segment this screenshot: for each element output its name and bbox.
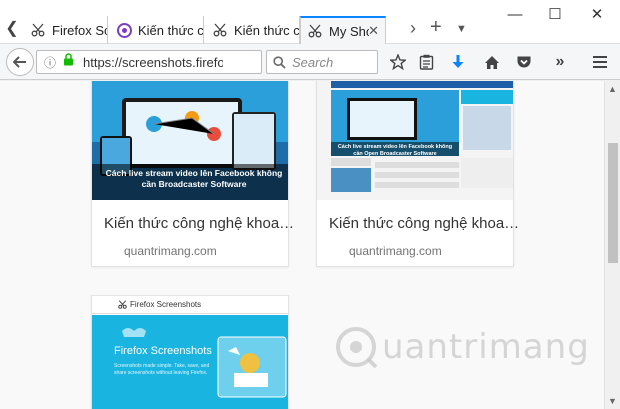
- back-arrow-icon: [13, 56, 26, 68]
- minimize-button[interactable]: —: [500, 4, 530, 26]
- scroll-down-arrow-icon[interactable]: ▼: [608, 396, 617, 406]
- tab-kien-thuc-2[interactable]: Kiến thức công nghệ: [206, 16, 300, 44]
- browser-window: ❮ Firefox Screenshots Kiến thức công ngh…: [0, 0, 620, 409]
- scissors-icon: [212, 22, 228, 38]
- thumbnail-caption: Cách live stream video lên Facebook khôn…: [337, 144, 453, 157]
- tab-label: Firefox Screenshots: [52, 22, 107, 38]
- clipboard-icon: [419, 54, 433, 70]
- search-bar[interactable]: Search: [266, 50, 378, 74]
- tab-kien-thuc-1[interactable]: Kiến thức công nghệ: [110, 16, 204, 44]
- lock-icon[interactable]: [63, 53, 77, 71]
- tab-label: Kiến thức công nghệ: [234, 22, 299, 38]
- thumbnail-header-title: Firefox Screenshots: [130, 300, 202, 309]
- shot-card[interactable]: Cách live stream video lên Facebook khôn…: [316, 81, 519, 267]
- shot-title: Kiến thức công nghệ khoa…: [104, 215, 295, 232]
- home-icon: [485, 55, 499, 69]
- maximize-button[interactable]: ☐: [540, 4, 570, 26]
- thumbnail-hero: Firefox Screenshots Screenshots made sim…: [92, 315, 288, 409]
- shot-card[interactable]: Firefox Screenshots Firefox Screenshots …: [91, 295, 289, 409]
- vertical-scrollbar[interactable]: ▲ ▼: [604, 81, 620, 409]
- thumbnail-header: Firefox Screenshots: [92, 296, 288, 314]
- tab-firefox-screenshots[interactable]: Firefox Screenshots: [24, 16, 108, 44]
- shot-site: quantrimang.com: [349, 244, 442, 258]
- back-button[interactable]: [6, 48, 34, 76]
- close-window-button[interactable]: ✕: [582, 4, 612, 26]
- reading-list-button[interactable]: [414, 50, 438, 74]
- tab-scroll-right-button[interactable]: ›: [410, 18, 416, 39]
- search-icon: [273, 55, 286, 69]
- shot-thumbnail[interactable]: Cách live stream video lên Facebook khôn…: [92, 81, 288, 200]
- tab-my-shots[interactable]: My Shots ✕: [300, 16, 386, 44]
- shot-title: Kiến thức công nghệ khoa…: [329, 215, 520, 232]
- watermark-text: uantrimang: [382, 327, 590, 367]
- quantrimang-icon: [116, 22, 132, 38]
- pocket-icon: [517, 56, 531, 67]
- scissors-icon: [30, 22, 46, 38]
- info-icon[interactable]: ⓘ: [41, 54, 59, 71]
- scroll-up-arrow-icon[interactable]: ▲: [608, 84, 617, 94]
- download-arrow-icon: [452, 55, 464, 68]
- quantrimang-logo-icon: [336, 327, 378, 369]
- thumbnail-caption: Cách live stream video lên Facebook khôn…: [105, 168, 283, 189]
- navigation-toolbar: ⓘ https://screenshots.firefox.com Search: [0, 44, 620, 80]
- bookmark-star-button[interactable]: [386, 50, 410, 74]
- shot-card[interactable]: Cách live stream video lên Facebook khôn…: [91, 81, 294, 267]
- shot-thumbnail[interactable]: Firefox Screenshots Firefox Screenshots …: [92, 296, 288, 409]
- shot-site: quantrimang.com: [124, 244, 217, 258]
- url-text: https://screenshots.firefox.com: [83, 54, 223, 70]
- url-bar[interactable]: ⓘ https://screenshots.firefox.com: [36, 50, 286, 74]
- home-button[interactable]: [480, 50, 504, 74]
- pocket-button[interactable]: [512, 50, 536, 74]
- tab-label: Kiến thức công nghệ: [138, 22, 203, 38]
- watermark: uantrimang: [334, 325, 590, 369]
- scissors-icon: [118, 300, 127, 309]
- star-icon: [390, 54, 406, 70]
- menu-button[interactable]: [588, 50, 612, 74]
- tab-close-icon[interactable]: ✕: [368, 23, 379, 39]
- new-tab-button[interactable]: +: [430, 16, 442, 39]
- tab-scroll-left-button[interactable]: ❮: [2, 18, 22, 40]
- downloads-button[interactable]: [446, 50, 470, 74]
- shot-thumbnail[interactable]: Cách live stream video lên Facebook khôn…: [317, 81, 513, 200]
- list-all-tabs-button[interactable]: ▼: [456, 23, 467, 35]
- overflow-chevron-button[interactable]: »: [548, 50, 572, 74]
- thumbnail-heading: Firefox Screenshots: [114, 345, 212, 357]
- search-placeholder: Search: [292, 54, 334, 70]
- my-shots-page: Cách live stream video lên Facebook khôn…: [0, 81, 604, 409]
- tab-label: My Shots: [329, 23, 369, 39]
- tab-strip: ❮ Firefox Screenshots Kiến thức công ngh…: [0, 0, 620, 44]
- scissors-icon: [307, 23, 323, 39]
- thumbnail-body: Screenshots made simple. Take, save, and…: [114, 363, 210, 376]
- scrollbar-thumb[interactable]: [608, 143, 618, 263]
- hamburger-menu-icon: [593, 56, 607, 68]
